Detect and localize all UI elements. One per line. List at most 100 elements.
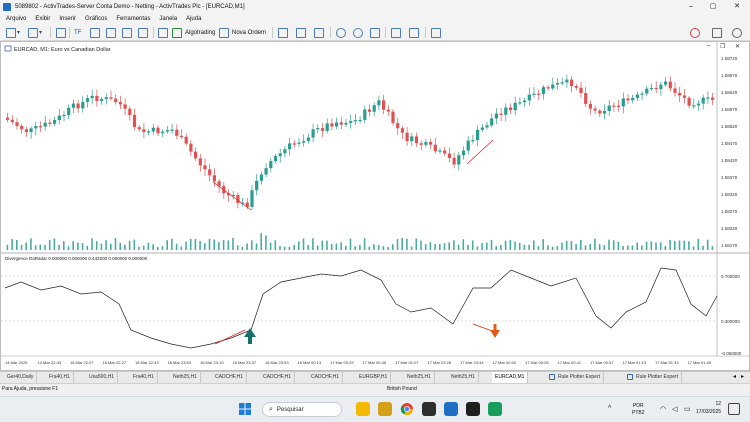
divergence-line-top (466, 139, 494, 165)
candle (109, 97, 113, 99)
people-app-icon[interactable] (356, 402, 370, 416)
volume-bar (11, 239, 13, 250)
volume-bar (283, 246, 286, 250)
app-icon[interactable] (488, 402, 502, 416)
time-tick-label: 17 Mar 01:49 (688, 360, 712, 365)
volume-bar (218, 242, 220, 250)
tf-button[interactable]: TF (74, 27, 81, 38)
volume-bar (58, 244, 60, 250)
tabs-scroll-right[interactable]: ▸ (741, 373, 744, 380)
tab-chart[interactable]: Usa500,H1 (86, 372, 119, 383)
search-button[interactable] (732, 27, 742, 38)
tab-chart[interactable]: EURGBP,H1 (356, 372, 392, 383)
time-tick-label: 17 Mar 00:41 (558, 360, 582, 365)
volume-bar (330, 243, 333, 250)
time-tick-label: 17 Mar 01:07 (395, 360, 419, 365)
tab-chart-active[interactable]: EURCAD,M1 (492, 372, 529, 383)
zoom-in-button[interactable] (336, 27, 346, 38)
menu-tools[interactable]: Ferramentas (116, 16, 150, 22)
navigator-button[interactable] (106, 27, 116, 38)
tab-chart[interactable]: Fra40,H1 (130, 372, 158, 383)
candle (76, 103, 80, 109)
vscode-icon[interactable] (466, 402, 480, 416)
tab-chart[interactable]: Neth25,H1 (448, 372, 479, 383)
candle (490, 118, 494, 126)
tab-expert[interactable]: Rule Plotter Expert (624, 372, 682, 383)
price-chart[interactable]: 1.58720 1.58670 1.58620 1.58570 1.58520 1.584… (1, 42, 749, 370)
menu-charts[interactable]: Gráficos (85, 16, 107, 22)
start-button[interactable] (238, 402, 252, 416)
candle (513, 102, 517, 111)
community-button[interactable] (690, 27, 700, 38)
tabs-scroll-left[interactable]: ◂ (733, 373, 736, 380)
candle (339, 122, 343, 125)
menu-help[interactable]: Ajuda (186, 16, 201, 22)
tab-chart[interactable]: Fra40,H1 (46, 372, 74, 383)
notification-center-icon[interactable] (728, 403, 740, 415)
grid-icon (370, 27, 380, 38)
line-chart-button[interactable] (314, 27, 324, 38)
tab-chart[interactable]: Neth25,H1 (170, 372, 201, 383)
candle (335, 122, 339, 127)
toolbar: ▾ ▾ TF Algotrading Nova Ordem (0, 24, 750, 41)
new-order-button[interactable]: Nova Ordem (219, 27, 266, 38)
file-explorer-icon[interactable] (378, 402, 392, 416)
metaeditor-button[interactable] (158, 27, 168, 38)
battery-icon[interactable]: ▭ (684, 405, 691, 413)
notifications-button[interactable] (712, 27, 722, 38)
tray-chevron-icon[interactable]: ^ (608, 405, 611, 412)
new-window-dropdown[interactable]: ▾ (28, 27, 42, 38)
clock[interactable]: 12 17/03/2025 (696, 400, 721, 416)
tab-chart[interactable]: Ger40,Daily (4, 372, 38, 383)
taskbar-search[interactable]: ⌕ Pesquisar (262, 402, 342, 417)
language-indicator[interactable]: POR PTB2 (632, 403, 645, 417)
volume-bar (335, 243, 338, 250)
candle (344, 122, 348, 125)
terminal-button[interactable] (122, 27, 132, 38)
chart-shift-button[interactable] (409, 27, 419, 38)
profiles-button[interactable] (56, 27, 66, 38)
price-tick-label: 1.58670 (721, 73, 738, 78)
volume-bar (457, 244, 460, 250)
tester-button[interactable] (138, 27, 148, 38)
volume-bar (142, 245, 145, 250)
menu-file[interactable]: Arquivo (6, 16, 26, 22)
wifi-icon[interactable]: ◠ (660, 405, 666, 413)
volume-bar (236, 245, 239, 250)
volume-bar (133, 239, 136, 250)
tab-chart[interactable]: CADCHF,H1 (308, 372, 344, 383)
close-button[interactable]: ✕ (726, 0, 748, 13)
chart-type-dropdown[interactable]: ▾ (6, 27, 20, 38)
taskbar: ⌕ Pesquisar ^ POR PTB2 ◠ ◁ ▭ 12 17/03/20… (0, 396, 750, 422)
volume-bar (495, 246, 497, 250)
algotrading-button[interactable]: Algotrading (172, 27, 215, 38)
candle (598, 110, 602, 114)
candlestick-button[interactable] (296, 27, 306, 38)
bar-chart-button[interactable] (278, 27, 288, 38)
screenshot-button[interactable] (431, 27, 441, 38)
chart-window[interactable]: – ❐ ✕ 1.58720 1.58670 1.58620 1.58570 1.5852… (0, 41, 750, 371)
menu-view[interactable]: Exibir (35, 16, 50, 22)
candle (480, 127, 484, 130)
candle (325, 123, 329, 131)
chrome-icon[interactable] (400, 402, 414, 416)
maximize-button[interactable]: ▢ (702, 0, 724, 13)
minimize-button[interactable]: – (680, 0, 702, 13)
tile-windows-button[interactable] (370, 27, 380, 38)
menu-insert[interactable]: Inserir (59, 16, 76, 22)
zoom-out-button[interactable] (353, 27, 363, 38)
tab-chart[interactable]: CADCHF,H1 (260, 372, 296, 383)
time-tick-label: 17 Mar 23:44 (460, 360, 484, 365)
volume-icon[interactable]: ◁ (672, 405, 677, 413)
tab-chart[interactable]: CADCHF,H1 (212, 372, 248, 383)
tab-chart[interactable]: Neth25,H1 (404, 372, 435, 383)
tab-expert[interactable]: Rule Plotter Expert (546, 372, 604, 383)
search-icon (732, 27, 742, 38)
metatrader-app-icon[interactable] (444, 402, 458, 416)
menu-window[interactable]: Janela (159, 16, 177, 22)
volume-bar (537, 246, 540, 250)
autoscroll-button[interactable] (391, 27, 401, 38)
market-watch-button[interactable] (90, 27, 100, 38)
terminal-app-icon[interactable] (422, 402, 436, 416)
candle (372, 105, 376, 112)
